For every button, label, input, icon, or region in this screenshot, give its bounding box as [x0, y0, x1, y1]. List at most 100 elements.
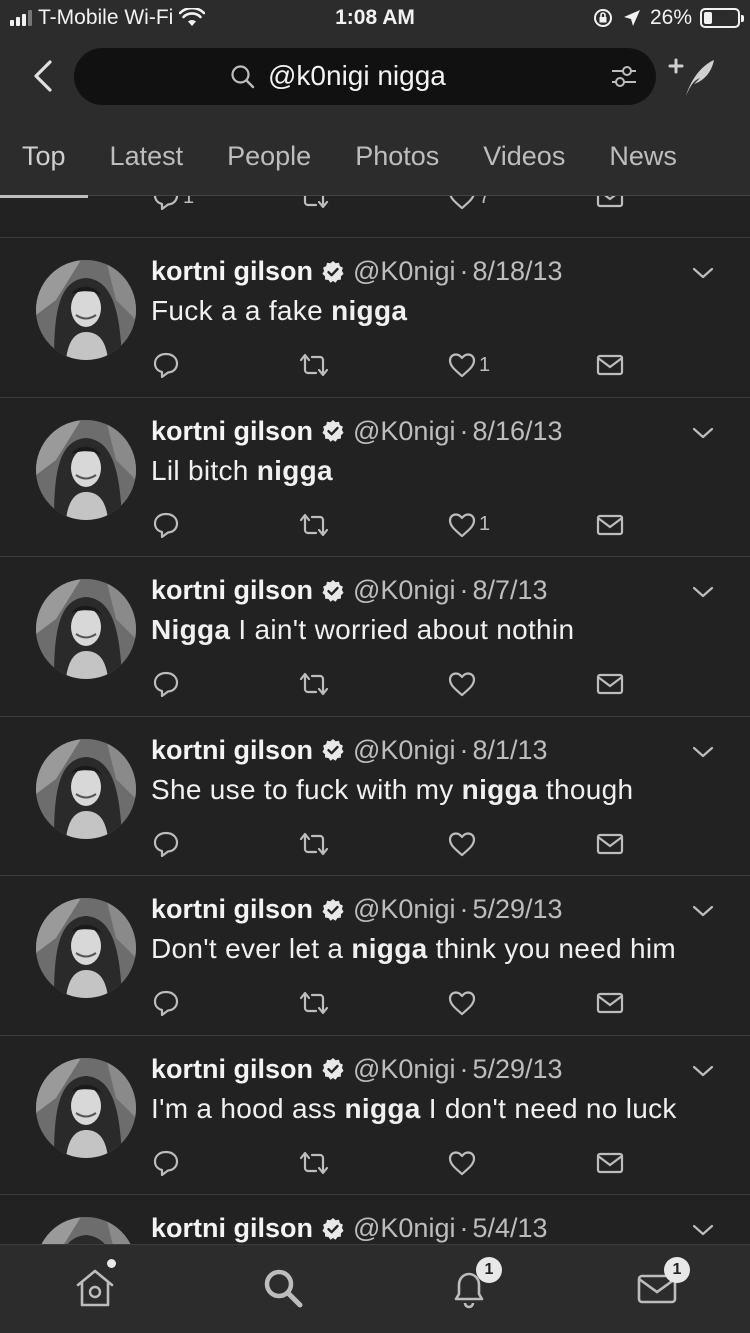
- author-name[interactable]: kortni gilson: [151, 256, 313, 287]
- dm-button[interactable]: [595, 1148, 625, 1178]
- tab-top[interactable]: Top: [0, 120, 88, 198]
- search-input[interactable]: @k0nigi nigga: [74, 48, 656, 105]
- envelope-icon: [596, 1152, 624, 1173]
- reply-icon: [153, 1150, 179, 1176]
- heart-icon: [448, 672, 476, 697]
- reply-button[interactable]: [151, 669, 183, 699]
- avatar[interactable]: [36, 419, 136, 520]
- author-name[interactable]: kortni gilson: [151, 575, 313, 606]
- tweet-item[interactable]: kortni gilson @K0nigi · 8/7/13 Nigga I a…: [0, 557, 750, 717]
- chevron-down-icon[interactable]: [690, 902, 716, 920]
- tab-latest[interactable]: Latest: [88, 120, 206, 195]
- nav-home-button[interactable]: [70, 1259, 120, 1313]
- retweet-button[interactable]: [297, 829, 331, 859]
- tweet-text-segment: She use to fuck with my: [151, 773, 462, 805]
- like-button[interactable]: [447, 1148, 479, 1178]
- retweet-button[interactable]: [297, 988, 331, 1018]
- nav-search-button[interactable]: [258, 1263, 308, 1313]
- reply-button[interactable]: 1: [151, 196, 194, 212]
- like-button[interactable]: [447, 829, 479, 859]
- tweet-text-segment: though: [537, 773, 634, 805]
- like-button[interactable]: 7: [447, 196, 490, 212]
- tweet-item[interactable]: kortni gilson @K0nigi · 5/29/13 Don't ev…: [0, 876, 750, 1036]
- author-name[interactable]: kortni gilson: [151, 1054, 313, 1085]
- chevron-down-icon[interactable]: [690, 264, 716, 282]
- nav-messages-button[interactable]: 1: [632, 1257, 690, 1313]
- like-button[interactable]: 1: [447, 510, 490, 540]
- separator-dot: ·: [459, 415, 469, 446]
- like-button[interactable]: [447, 669, 479, 699]
- heart-icon: [448, 831, 476, 856]
- avatar[interactable]: [36, 1057, 136, 1158]
- retweet-icon: [303, 196, 329, 209]
- highlighted-keyword: nigga: [461, 773, 538, 805]
- retweet-button[interactable]: [297, 510, 331, 540]
- chevron-down-icon[interactable]: [690, 743, 716, 761]
- nav-notifications-button[interactable]: 1: [444, 1257, 502, 1313]
- chevron-down-icon[interactable]: [690, 583, 716, 601]
- tweet-text-segment: think you need him: [427, 933, 677, 964]
- search-query[interactable]: @k0nigi nigga: [268, 60, 446, 92]
- separator-dot: ·: [459, 256, 469, 286]
- back-button[interactable]: [26, 56, 62, 96]
- tweet-date: 5/29/13: [472, 1053, 563, 1084]
- dm-button[interactable]: [595, 350, 625, 380]
- like-button[interactable]: 1: [447, 350, 490, 380]
- avatar[interactable]: [36, 1217, 136, 1244]
- dm-button[interactable]: [595, 829, 625, 859]
- search-icon: [264, 1269, 303, 1308]
- highlighted-keyword: nigga: [256, 454, 333, 486]
- tweet-item[interactable]: kortni gilson @K0nigi · 8/18/13 Fuck a a…: [0, 238, 750, 398]
- retweet-button[interactable]: [297, 196, 331, 212]
- reply-button[interactable]: [151, 829, 183, 859]
- verified-badge-icon: [322, 1058, 344, 1080]
- tab-news[interactable]: News: [587, 120, 699, 195]
- tweet-item[interactable]: kortni gilson @K0nigi · 8/1/13 She use t…: [0, 717, 750, 876]
- tweet-item[interactable]: kortni gilson @K0nigi · 5/4/13: [0, 1195, 750, 1244]
- author-name[interactable]: kortni gilson: [151, 416, 313, 447]
- reply-button[interactable]: [151, 510, 183, 540]
- envelope-icon: [596, 992, 624, 1014]
- tab-people[interactable]: People: [205, 120, 333, 195]
- tab-videos[interactable]: Videos: [461, 120, 587, 195]
- retweet-button[interactable]: [297, 350, 331, 380]
- avatar[interactable]: [36, 260, 136, 360]
- verified-badge-icon: [322, 1217, 344, 1240]
- avatar[interactable]: [36, 579, 136, 679]
- retweet-button[interactable]: [297, 669, 331, 699]
- reply-button[interactable]: [151, 988, 183, 1018]
- like-count: 1: [479, 513, 491, 535]
- like-button[interactable]: [447, 988, 479, 1018]
- heart-icon: [448, 512, 476, 537]
- dm-button[interactable]: [595, 510, 625, 540]
- author-name[interactable]: kortni gilson: [151, 1213, 313, 1244]
- chevron-down-icon[interactable]: [690, 424, 716, 442]
- separator-dot: ·: [459, 894, 469, 924]
- author-name[interactable]: kortni gilson: [151, 894, 313, 925]
- dm-button[interactable]: [595, 196, 625, 212]
- reply-button[interactable]: [151, 1148, 183, 1178]
- filter-sliders-icon[interactable]: [610, 64, 638, 90]
- author-handle: @K0nigi: [353, 894, 456, 924]
- tweet-actions: [151, 1148, 631, 1184]
- tweet-header: kortni gilson @K0nigi · 8/1/13: [151, 735, 548, 766]
- retweet-button[interactable]: [297, 1148, 331, 1178]
- reply-icon: [153, 671, 179, 698]
- dm-button[interactable]: [595, 988, 625, 1018]
- avatar[interactable]: [36, 738, 136, 839]
- chevron-down-icon[interactable]: [690, 1221, 716, 1239]
- reply-button[interactable]: [151, 350, 183, 380]
- tweet-text: Lil bitch nigga: [151, 455, 333, 487]
- tweet-text: Fuck a a fake nigga: [151, 295, 407, 327]
- dm-button[interactable]: [595, 669, 625, 699]
- tweet-actions: [151, 669, 631, 705]
- avatar[interactable]: [36, 898, 136, 998]
- reply-icon: [153, 196, 179, 211]
- bottom-nav: 1 1: [0, 1244, 750, 1333]
- tweet-item[interactable]: kortni gilson @K0nigi · 8/16/13 Lil bitc…: [0, 398, 750, 557]
- author-name[interactable]: kortni gilson: [151, 735, 313, 766]
- compose-tweet-icon[interactable]: [668, 56, 718, 100]
- tab-photos[interactable]: Photos: [333, 120, 461, 195]
- chevron-down-icon[interactable]: [690, 1062, 716, 1080]
- tweet-item[interactable]: kortni gilson @K0nigi · 5/29/13 I'm a ho…: [0, 1036, 750, 1195]
